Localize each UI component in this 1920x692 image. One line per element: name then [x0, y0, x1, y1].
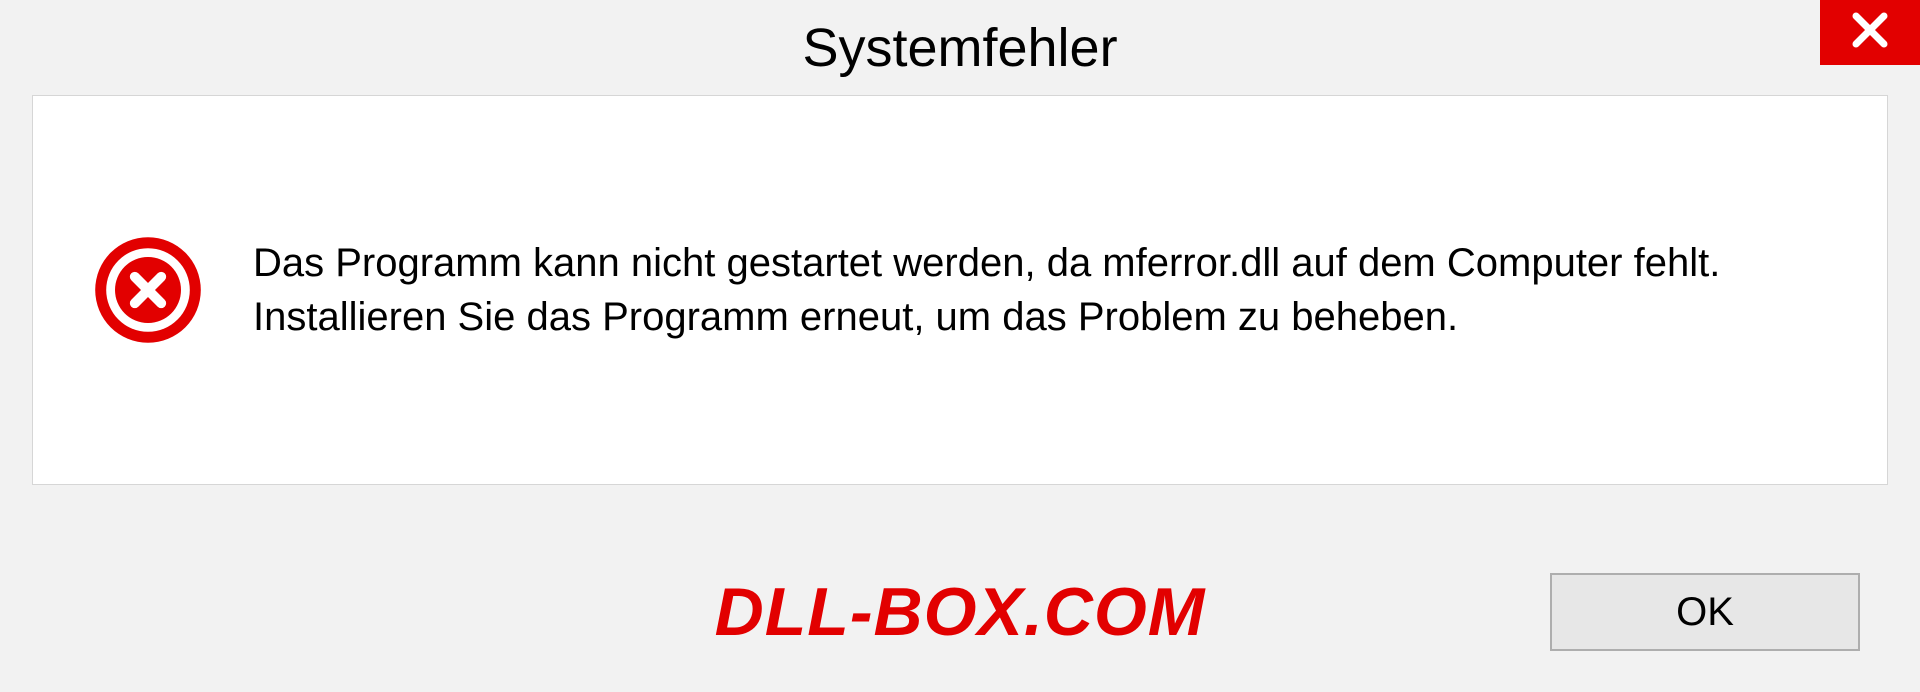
error-icon — [93, 235, 203, 345]
watermark-text: DLL-BOX.COM — [715, 573, 1206, 651]
titlebar: Systemfehler — [0, 0, 1920, 95]
dialog-title: Systemfehler — [802, 17, 1117, 79]
message-panel: Das Programm kann nicht gestartet werden… — [32, 95, 1888, 485]
ok-button[interactable]: OK — [1550, 573, 1860, 651]
close-icon — [1849, 9, 1891, 56]
close-button[interactable] — [1820, 0, 1920, 65]
dialog-footer: DLL-BOX.COM OK — [0, 532, 1920, 692]
error-message: Das Programm kann nicht gestartet werden… — [253, 236, 1827, 344]
